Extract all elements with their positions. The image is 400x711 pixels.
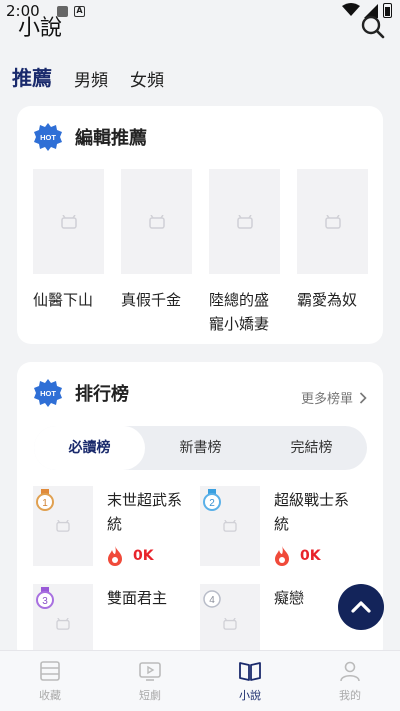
book-item[interactable]: 霸愛為奴 [297, 169, 368, 336]
book-cover[interactable] [33, 169, 104, 274]
placeholder-icon [148, 214, 165, 229]
ranking-header: HOT 排行榜 [33, 378, 129, 408]
ranking-item[interactable]: 1 末世超武系統 0K [17, 486, 187, 576]
ranking-book-title[interactable]: 末世超武系統 [107, 488, 187, 536]
placeholder-icon [236, 214, 253, 229]
bottom-nav: 收藏 短劇 小說 我的 [0, 650, 400, 711]
fire-icon [275, 546, 289, 566]
chevron-up-icon [351, 601, 371, 613]
nav-short-drama[interactable]: 短劇 [100, 651, 200, 711]
tab-male[interactable]: 男頻 [74, 66, 108, 91]
hot-badge-icon: HOT [34, 379, 62, 407]
search-icon[interactable] [360, 14, 386, 40]
editor-picks-header: HOT 編輯推薦 [33, 122, 147, 152]
placeholder-icon [223, 520, 237, 532]
placeholder-icon [56, 520, 70, 532]
page-title: 小說 [18, 16, 63, 41]
wifi-icon [342, 3, 360, 16]
rank-medal-icon: 2 [203, 489, 221, 511]
tab-recommended[interactable]: 推薦 [12, 62, 52, 91]
more-rankings-label: 更多榜單 [300, 392, 353, 407]
book-item[interactable]: 真假千金 [121, 169, 192, 336]
nav-label: 短劇 [139, 689, 161, 702]
person-icon [340, 661, 360, 682]
book-icon [239, 662, 261, 681]
bookshelf-icon [40, 661, 60, 681]
popularity-stat: 0K [274, 546, 321, 566]
placeholder-icon [324, 214, 341, 229]
chevron-right-icon [359, 391, 367, 404]
rank-medal-icon: 3 [36, 587, 54, 609]
svg-text:3: 3 [42, 596, 48, 607]
rank-medal-icon: 4 [203, 590, 221, 608]
more-rankings-link[interactable]: 更多榜單 [301, 388, 367, 407]
ranking-card: HOT 排行榜 更多榜單 必讀榜 新書榜 完結榜 1 末世超武系統 0K 2 超… [17, 362, 383, 662]
rank-medal-icon: 1 [36, 489, 54, 511]
segment-must-read[interactable]: 必讀榜 [34, 426, 145, 470]
svg-text:1: 1 [42, 498, 48, 509]
popularity-stat: 0K [107, 546, 154, 566]
popularity-count: 0K [133, 548, 154, 564]
editor-books-list: 仙醫下山 真假千金 陸總的盛寵小嬌妻 霸愛為奴 [33, 169, 368, 336]
book-cover[interactable] [297, 169, 368, 274]
ranking-item[interactable]: 2 超級戰士系統 0K [184, 486, 354, 576]
segment-new-books[interactable]: 新書榜 [145, 426, 256, 470]
tab-female[interactable]: 女頻 [130, 66, 164, 91]
book-cover[interactable] [121, 169, 192, 274]
svg-text:HOT: HOT [40, 133, 56, 142]
tv-icon [139, 662, 161, 681]
placeholder-icon [223, 618, 237, 630]
nav-mine[interactable]: 我的 [300, 651, 400, 711]
book-item[interactable]: 陸總的盛寵小嬌妻 [209, 169, 280, 336]
ranking-title: 排行榜 [75, 384, 129, 405]
book-title[interactable]: 真假千金 [121, 288, 192, 312]
nav-label: 我的 [339, 689, 361, 702]
nav-label: 收藏 [39, 689, 61, 702]
scroll-top-button[interactable] [338, 584, 384, 630]
ranking-book-title[interactable]: 超級戰士系統 [274, 488, 354, 536]
placeholder-icon [56, 618, 70, 630]
nav-novel[interactable]: 小說 [200, 651, 300, 711]
nav-favorites[interactable]: 收藏 [0, 651, 100, 711]
hot-badge-icon: HOT [34, 123, 62, 151]
book-title[interactable]: 霸愛為奴 [297, 288, 368, 312]
editor-picks-card: HOT 編輯推薦 仙醫下山 真假千金 陸總的盛寵小嬌妻 霸愛為奴 [17, 106, 383, 344]
book-cover[interactable] [209, 169, 280, 274]
fire-icon [108, 546, 122, 566]
ranking-segment-control: 必讀榜 新書榜 完結榜 [34, 426, 367, 470]
book-title[interactable]: 陸總的盛寵小嬌妻 [209, 288, 280, 336]
svg-text:2: 2 [209, 498, 215, 509]
svg-text:4: 4 [209, 595, 215, 606]
svg-text:HOT: HOT [40, 389, 56, 398]
a-notification-icon: A [74, 6, 85, 17]
popularity-count: 0K [300, 548, 321, 564]
editor-picks-title: 編輯推薦 [75, 128, 147, 149]
nav-label: 小說 [239, 689, 261, 702]
book-title[interactable]: 仙醫下山 [33, 288, 104, 312]
top-tabs: 推薦 男頻 女頻 [12, 62, 164, 91]
ranking-book-title[interactable]: 雙面君主 [107, 586, 187, 610]
placeholder-icon [60, 214, 77, 229]
segment-completed[interactable]: 完結榜 [256, 426, 367, 470]
book-item[interactable]: 仙醫下山 [33, 169, 104, 336]
